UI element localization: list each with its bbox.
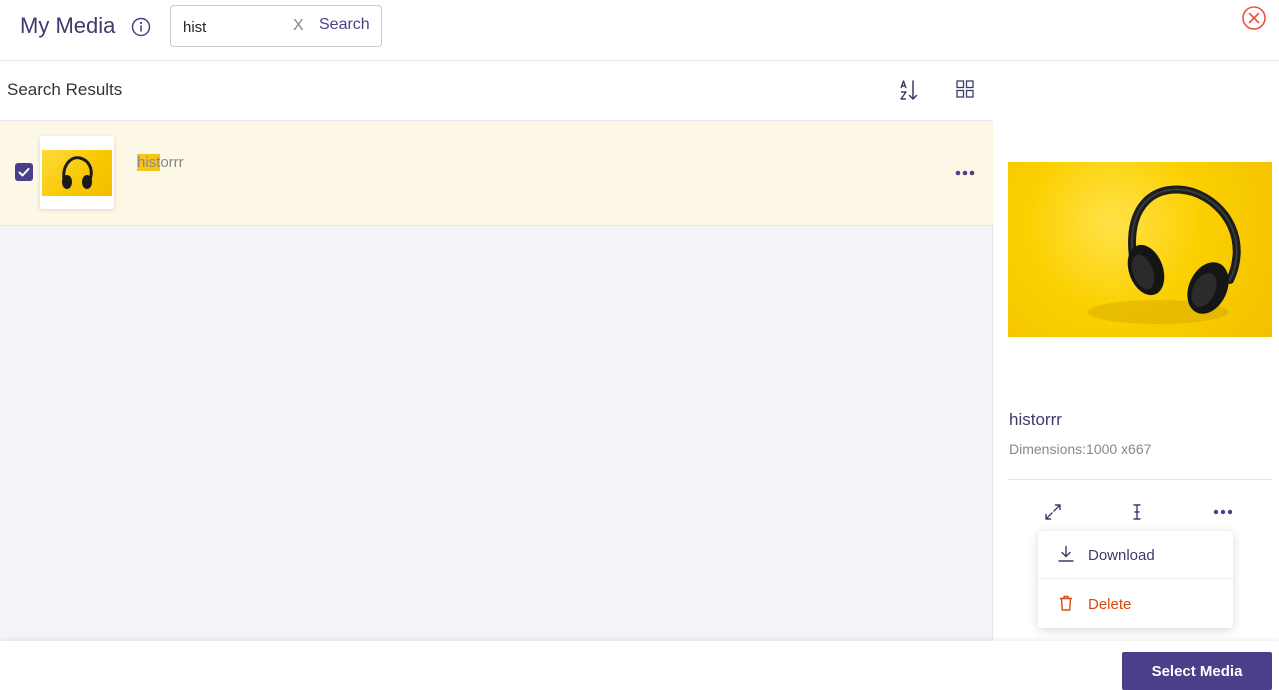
- expand-icon[interactable]: [1043, 502, 1063, 522]
- info-icon[interactable]: [131, 17, 151, 37]
- trash-icon: [1060, 595, 1072, 611]
- close-icon[interactable]: [1241, 5, 1267, 31]
- menu-item-download[interactable]: Download: [1038, 531, 1233, 579]
- menu-label-delete: Delete: [1088, 596, 1132, 613]
- sort-az-icon[interactable]: [897, 78, 921, 102]
- search-box: X Search: [170, 5, 382, 47]
- menu-label-download: Download: [1088, 547, 1155, 564]
- search-button[interactable]: Search: [319, 16, 370, 34]
- row-checkbox[interactable]: [15, 163, 33, 181]
- check-icon: [18, 168, 30, 177]
- media-picker: My Media X Search Search Results: [0, 0, 1279, 690]
- results-panel: Search Results historrr: [0, 61, 993, 641]
- download-icon: [1058, 545, 1074, 562]
- search-highlight: hist: [137, 154, 161, 171]
- media-name: historrr: [137, 154, 184, 171]
- header: My Media X Search: [0, 0, 1279, 61]
- results-title: Search Results: [7, 80, 123, 99]
- select-media-button[interactable]: Select Media: [1122, 652, 1272, 690]
- headphones-preview-image: [1008, 162, 1272, 337]
- footer: Select Media: [0, 641, 1279, 690]
- headphones-thumbnail-image: [42, 150, 112, 196]
- media-thumbnail[interactable]: [40, 136, 114, 209]
- grid-view-icon[interactable]: [955, 79, 975, 99]
- more-options-icon[interactable]: [952, 165, 978, 181]
- actions-dropdown-menu: Download Delete: [1038, 531, 1233, 628]
- clear-search-button[interactable]: X: [293, 17, 304, 35]
- page-title: My Media: [20, 13, 116, 38]
- divider: [1008, 479, 1272, 480]
- results-toolbar: Search Results: [0, 61, 993, 121]
- media-row[interactable]: historrr: [0, 121, 993, 226]
- more-actions-icon[interactable]: [1212, 505, 1234, 519]
- detail-name: historrr: [1009, 410, 1062, 429]
- media-name-rest: orrr: [160, 154, 184, 171]
- menu-item-delete[interactable]: Delete: [1038, 580, 1233, 628]
- detail-dimensions: Dimensions:1000 x667: [1009, 441, 1152, 457]
- search-input[interactable]: [183, 16, 283, 38]
- text-cursor-icon[interactable]: [1129, 502, 1145, 522]
